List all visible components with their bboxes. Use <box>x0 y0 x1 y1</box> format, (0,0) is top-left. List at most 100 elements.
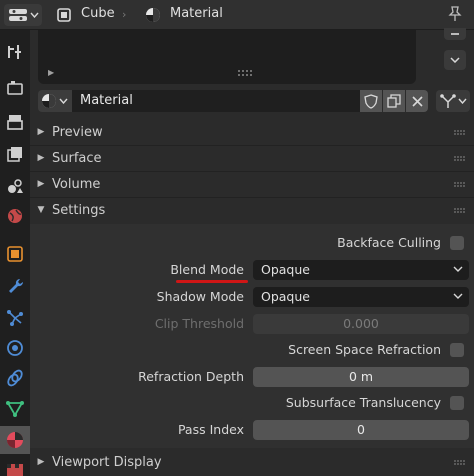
collapse-right-icon: ▶ <box>37 127 45 137</box>
close-icon <box>411 95 423 107</box>
panel-settings-header[interactable]: ▼ Settings <box>30 197 474 223</box>
refraction-depth-label: Refraction Depth <box>138 369 244 384</box>
tab-scene[interactable] <box>3 174 27 198</box>
tab-constraints[interactable] <box>3 366 27 390</box>
constraints-icon <box>7 369 23 387</box>
tab-view-layer[interactable] <box>3 142 27 166</box>
browse-material-button[interactable] <box>38 90 72 112</box>
render-icon <box>7 81 23 95</box>
drag-handle-icon[interactable] <box>454 156 466 161</box>
chevron-down-icon <box>453 293 463 299</box>
material-sphere-icon <box>146 8 160 22</box>
material-slot-list[interactable]: ▶ <box>38 30 416 84</box>
clip-threshold-label: Clip Threshold <box>154 316 244 331</box>
backface-culling-label: Backface Culling <box>337 235 441 250</box>
properties-header: Cube › Material <box>0 0 474 30</box>
drag-handle-icon[interactable] <box>454 182 466 187</box>
panel-title: Surface <box>52 150 102 166</box>
refraction-depth-field[interactable]: 0 m <box>253 367 469 387</box>
node-tree-button[interactable] <box>436 90 470 112</box>
screen-space-refraction-label: Screen Space Refraction <box>288 342 441 357</box>
blend-mode-dropdown[interactable]: Opaque <box>253 260 469 280</box>
texture-icon <box>7 464 23 476</box>
panel-volume-header[interactable]: ▶ Volume <box>30 171 474 197</box>
breadcrumb-separator: › <box>122 8 127 21</box>
object-cube-icon <box>57 8 71 22</box>
settings-panel-body: Backface Culling Blend Mode Opaque Shado… <box>30 224 474 448</box>
screen-space-refraction-checkbox[interactable] <box>450 343 464 357</box>
copy-icon <box>387 94 401 108</box>
panel-viewport-display-header[interactable]: ▶ Viewport Display <box>30 448 474 476</box>
chevron-down-icon <box>450 57 460 63</box>
pass-index-label: Pass Index <box>177 422 244 437</box>
panel-surface-header[interactable]: ▶ Surface <box>30 145 474 171</box>
subsurface-translucency-label: Subsurface Translucency <box>285 395 441 410</box>
particles-icon <box>7 310 23 326</box>
backface-culling-checkbox[interactable] <box>450 236 464 250</box>
properties-tab-strip <box>0 30 30 476</box>
material-datablock-row: Material <box>38 90 474 112</box>
panel-title: Volume <box>52 176 101 192</box>
minus-icon <box>451 33 459 35</box>
shadow-mode-label: Shadow Mode <box>156 289 244 304</box>
chevron-down-icon <box>30 12 39 18</box>
collapse-right-icon: ▶ <box>37 179 45 189</box>
red-highlight-underline <box>176 280 248 283</box>
tab-render[interactable] <box>3 76 27 100</box>
blend-mode-value: Opaque <box>261 262 310 277</box>
tool-icon <box>8 45 21 59</box>
tab-particles[interactable] <box>3 306 27 330</box>
physics-icon <box>7 340 23 356</box>
collapse-right-icon: ▶ <box>37 153 45 163</box>
properties-editor-icon <box>9 9 27 21</box>
object-icon <box>7 246 23 262</box>
duplicate-material-button[interactable] <box>383 90 405 112</box>
shadow-mode-value: Opaque <box>261 289 310 304</box>
panel-title: Settings <box>52 202 106 218</box>
unlink-material-button[interactable] <box>406 90 428 112</box>
collapse-right-icon: ▶ <box>37 457 45 467</box>
shield-icon <box>364 93 378 109</box>
drag-handle-icon[interactable] <box>454 130 466 135</box>
output-icon <box>7 115 23 130</box>
tab-modifiers[interactable] <box>3 274 27 298</box>
pin-icon[interactable] <box>448 6 462 22</box>
panel-title: Viewport Display <box>52 454 162 470</box>
shadow-mode-dropdown[interactable]: Opaque <box>253 287 469 307</box>
chevron-down-icon <box>457 98 467 104</box>
drag-handle-icon[interactable] <box>454 460 466 465</box>
properties-main: ▶ Material ▶ Preview ▶ Surface ▶ Volume <box>30 28 474 476</box>
slot-add-button[interactable] <box>444 28 466 40</box>
tab-texture[interactable] <box>3 462 27 476</box>
scene-icon <box>8 179 23 193</box>
breadcrumb-material: Material <box>170 6 223 21</box>
tab-object[interactable] <box>3 242 27 266</box>
breadcrumb-object: Cube <box>81 6 115 21</box>
chevron-down-icon <box>453 266 463 272</box>
fake-user-button[interactable] <box>360 90 382 112</box>
tab-tool[interactable] <box>3 40 27 64</box>
node-tree-icon <box>439 94 456 108</box>
panel-preview-header[interactable]: ▶ Preview <box>30 119 474 145</box>
drag-handle-icon[interactable] <box>454 208 466 213</box>
tab-world[interactable] <box>3 204 27 228</box>
pass-index-field[interactable]: 0 <box>253 420 469 440</box>
collapse-down-icon: ▼ <box>37 205 45 215</box>
tab-physics[interactable] <box>3 336 27 360</box>
view-layer-icon <box>7 147 22 162</box>
resize-grip-icon[interactable] <box>238 70 252 76</box>
material-name-field[interactable]: Material <box>72 90 360 112</box>
expand-triangle-icon[interactable]: ▶ <box>48 68 54 77</box>
blend-mode-label: Blend Mode <box>170 262 244 277</box>
chevron-down-icon <box>59 98 68 104</box>
material-icon <box>7 432 23 448</box>
panel-title: Preview <box>52 124 103 140</box>
tab-material[interactable] <box>0 426 30 454</box>
subsurface-translucency-checkbox[interactable] <box>450 396 464 410</box>
editor-type-button[interactable] <box>4 4 42 26</box>
tab-data[interactable] <box>3 396 27 420</box>
modifier-icon <box>9 278 24 293</box>
material-sphere-icon <box>42 94 56 108</box>
tab-output[interactable] <box>3 110 27 134</box>
slot-specials-button[interactable] <box>444 50 466 70</box>
